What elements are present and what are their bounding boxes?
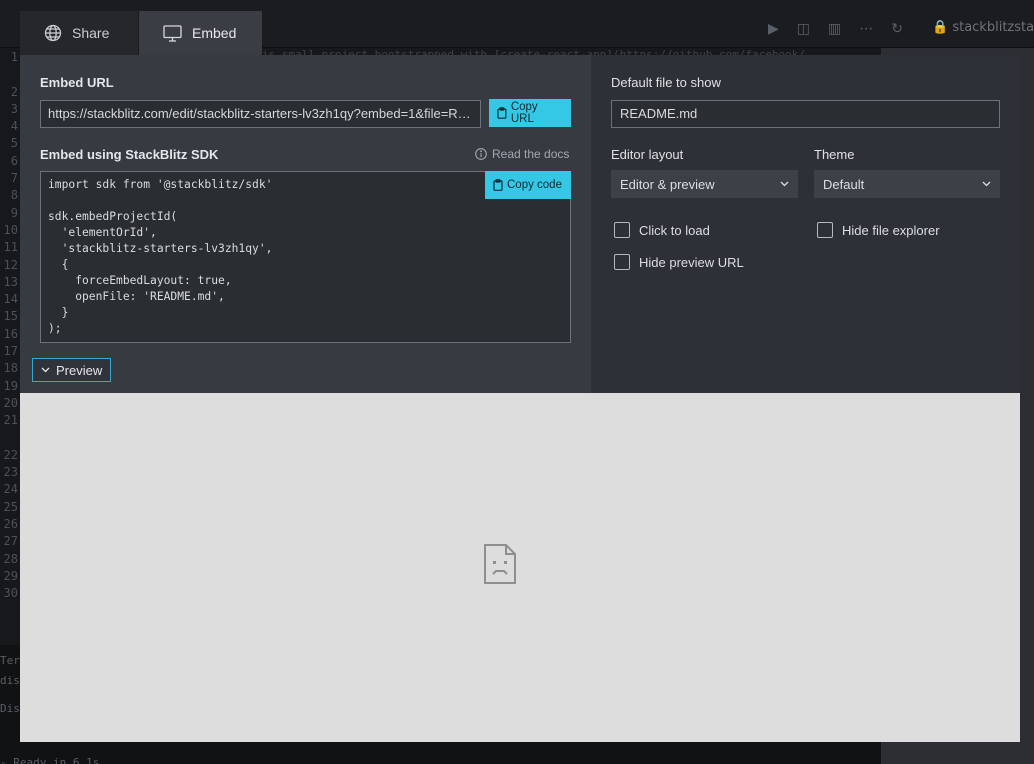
chevron-down-icon — [982, 181, 991, 187]
embed-options-column: Default file to show README.md Editor la… — [591, 55, 1020, 393]
sdk-label: Embed using StackBlitz SDK — [40, 147, 219, 162]
read-the-docs-label: Read the docs — [492, 147, 570, 161]
line-number: 14 — [3, 292, 18, 307]
copy-code-label: Copy code — [507, 179, 562, 191]
line-number: 24 — [3, 482, 18, 497]
tab-embed-label: Embed — [192, 25, 237, 41]
globe-icon — [44, 24, 62, 42]
line-number: 9 — [10, 205, 18, 220]
tab-share[interactable]: Share — [20, 11, 138, 55]
dialog-tabs: Share Embed — [20, 11, 263, 55]
chevron-down-icon — [780, 181, 789, 187]
tab-share-label: Share — [72, 25, 110, 41]
line-number: 1 — [10, 50, 18, 64]
line-number: 17 — [3, 344, 18, 359]
hide-preview-url-label: Hide preview URL — [639, 254, 744, 270]
line-number: 12 — [3, 257, 18, 272]
checkbox-box[interactable] — [614, 222, 630, 238]
line-number: 26 — [3, 517, 18, 532]
theme-value: Default — [823, 176, 865, 192]
line-number: 28 — [3, 551, 18, 566]
embed-left-column: Embed URL https://stackblitz.com/edit/st… — [20, 55, 591, 393]
hide-file-explorer-checkbox[interactable]: Hide file explorer — [817, 222, 940, 238]
hide-preview-url-checkbox[interactable]: Hide preview URL — [614, 254, 744, 270]
monitor-icon — [163, 24, 182, 42]
line-number: 15 — [3, 309, 18, 324]
line-number: 13 — [3, 274, 18, 289]
copy-url-label: Copy URL — [510, 101, 538, 125]
line-number: 16 — [3, 326, 18, 341]
preview-toggle-button[interactable]: Preview — [32, 358, 111, 382]
line-number: 4 — [10, 119, 18, 134]
line-number: 30 — [3, 586, 18, 601]
line-number: 20 — [3, 395, 18, 410]
line-number: 5 — [10, 136, 18, 151]
terminal-line: - Ready in 6.1s — [0, 756, 100, 764]
theme-label: Theme — [814, 147, 855, 162]
embed-url-label: Embed URL — [40, 75, 114, 90]
copy-url-button[interactable]: Copy URL — [489, 99, 571, 127]
line-number: 8 — [10, 188, 18, 203]
checkbox-box[interactable] — [817, 222, 833, 238]
preview-toggle-label: Preview — [56, 362, 103, 378]
clipboard-icon — [497, 107, 507, 119]
copy-code-button[interactable]: Copy code — [485, 171, 571, 199]
line-number: 21 — [3, 413, 18, 428]
line-number: 23 — [3, 465, 18, 480]
line-number: 2 — [10, 84, 18, 99]
editor-layout-label: Editor layout — [611, 147, 684, 162]
line-number: 11 — [3, 240, 18, 255]
line-number — [0, 431, 20, 448]
line-number: 29 — [3, 568, 18, 583]
line-number: 3 — [10, 101, 18, 116]
clipboard-icon — [493, 179, 503, 191]
broken-page-icon — [484, 544, 516, 584]
default-file-input[interactable]: README.md — [611, 100, 1000, 128]
default-file-label: Default file to show — [611, 75, 721, 90]
click-to-load-checkbox[interactable]: Click to load — [614, 222, 710, 238]
read-the-docs-link[interactable]: Read the docs — [475, 147, 569, 161]
line-number — [0, 67, 20, 84]
info-icon — [475, 148, 487, 160]
share-embed-dialog: Share Embed Embed URL https://stackblitz… — [20, 11, 1020, 742]
line-number: 25 — [3, 499, 18, 514]
embed-preview-area — [20, 393, 1020, 742]
editor-layout-value: Editor & preview — [620, 176, 715, 192]
theme-select[interactable]: Default — [814, 170, 1000, 198]
line-number: 18 — [3, 361, 18, 376]
tab-embed[interactable]: Embed — [139, 11, 262, 55]
embed-panel: Embed URL https://stackblitz.com/edit/st… — [20, 55, 1020, 393]
hide-file-explorer-label: Hide file explorer — [842, 222, 940, 238]
line-number: 19 — [3, 378, 18, 393]
line-number: 22 — [3, 447, 18, 462]
line-number-gutter: 1 2 3 4 5 6 7 8 9 10 11 12 13 14 15 16 17 18 19 20 21 22 23 24 2… — [0, 50, 20, 640]
line-number: 7 — [10, 171, 18, 186]
line-number: 6 — [10, 153, 18, 168]
click-to-load-label: Click to load — [639, 222, 710, 238]
line-number: 10 — [3, 222, 18, 237]
chevron-down-icon — [41, 367, 50, 373]
line-number: 27 — [3, 534, 18, 549]
embed-url-input[interactable]: https://stackblitz.com/edit/stackblitz-s… — [40, 100, 481, 128]
editor-layout-select[interactable]: Editor & preview — [611, 170, 798, 198]
checkbox-box[interactable] — [614, 254, 630, 270]
